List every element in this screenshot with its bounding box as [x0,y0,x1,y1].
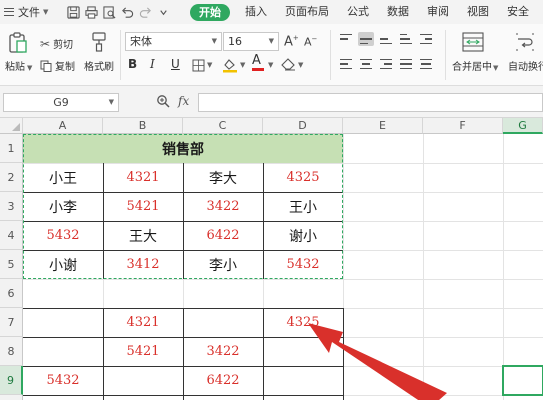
tab-data[interactable]: 数据 [378,0,418,24]
bold-button[interactable]: B [128,57,137,71]
font-name-select[interactable]: 宋体 ▼ [125,32,222,51]
indent-icon[interactable] [418,32,434,46]
auto-wrap-icon[interactable] [514,32,536,52]
italic-button[interactable]: I [150,57,155,71]
formula-input[interactable] [198,93,543,112]
ribbon-divider [120,30,121,80]
tab-page-layout[interactable]: 页面布局 [276,0,338,24]
chevron-down-icon: ▼ [211,37,217,45]
undo-icon[interactable] [118,3,136,21]
save-icon[interactable] [64,3,82,21]
fx-icon[interactable]: fx [178,94,189,108]
align-bottom-icon[interactable] [378,32,394,46]
decrease-font-icon[interactable]: A− [304,35,317,49]
tab-home[interactable]: 开始 [190,3,230,21]
tab-review[interactable]: 审阅 [418,0,458,24]
cut-label: 剪切 [53,40,74,51]
file-menu-label: 文件 [18,6,40,19]
ribbon-divider [330,30,331,80]
auto-wrap-button[interactable]: 自动换行 [508,58,543,73]
paste-icon[interactable] [8,32,28,54]
ribbon-toolbar: 粘贴 ▼ ✂ 剪切 复制 格式刷 宋体 ▼ 16 ▼ A+ A− B I U ▼ … [0,24,543,86]
chevron-down-icon: ▼ [298,61,304,69]
formula-bar: G9 ▼ fx [0,86,543,118]
tab-view[interactable]: 视图 [458,0,498,24]
redo-icon[interactable] [136,3,154,21]
format-painter-label: 格式刷 [84,62,114,73]
print-icon[interactable] [82,3,100,21]
copy-icon [40,60,52,72]
align-center-icon[interactable] [358,57,374,71]
name-box-value: G9 [53,96,69,109]
name-box[interactable]: G9 ▼ [3,93,119,112]
ribbon-tabs: 开始 插入 页面布局 公式 数据 审阅 视图 安全 [184,0,538,24]
zoom-icon[interactable] [156,94,170,108]
tab-insert[interactable]: 插入 [236,0,276,24]
format-painter-button[interactable]: 格式刷 [84,58,114,73]
print-preview-icon[interactable] [100,3,118,21]
underline-button[interactable]: U [171,57,180,71]
align-right-icon[interactable] [378,57,394,71]
merge-center-button[interactable]: 合并居中▼ [452,58,498,73]
menu-bar: 文件 ▼ 开始 插入 页面布局 公式 数据 审阅 视图 安全 [0,0,543,24]
chevron-down-icon: ▼ [207,61,213,69]
justify-icon[interactable] [398,57,414,71]
chevron-down-icon: ▼ [268,61,274,69]
chevron-down-icon: ▼ [268,37,274,45]
distributed-icon[interactable] [418,57,434,71]
fill-color-icon[interactable] [222,58,238,73]
font-size-value: 16 [228,35,242,48]
align-middle-icon[interactable] [358,32,374,46]
clear-format-icon[interactable] [281,58,296,71]
cut-button[interactable]: ✂ 剪切 [40,36,74,52]
spreadsheet-grid: A B C D E F G 1 2 3 4 5 6 7 8 9 销售部 小王 4 [0,118,543,400]
chevron-down-icon: ▼ [240,61,246,69]
quick-access-toolbar [64,3,184,21]
ribbon-divider [445,30,446,80]
orientation-icon[interactable] [398,32,414,46]
borders-icon[interactable] [192,59,205,72]
format-painter-icon[interactable] [90,32,108,52]
chevron-down-icon: ▼ [43,8,49,16]
align-left-icon[interactable] [338,57,354,71]
scissors-icon: ✂ [40,36,51,51]
merge-center-icon[interactable] [462,32,484,52]
paste-button[interactable]: 粘贴 ▼ [5,58,32,73]
copy-button[interactable]: 复制 [40,58,75,73]
paste-label: 粘贴 [5,62,25,73]
copy-label: 复制 [55,62,75,73]
annotation-arrow-icon [308,323,447,400]
tab-formulas[interactable]: 公式 [338,0,378,24]
tab-security[interactable]: 安全 [498,0,538,24]
chevron-down-icon: ▼ [108,98,114,106]
hamburger-icon [4,8,14,16]
font-name-value: 宋体 [130,35,152,48]
font-color-icon[interactable]: A [252,54,264,71]
file-menu[interactable]: 文件 ▼ [0,4,64,20]
increase-font-icon[interactable]: A+ [284,34,299,49]
more-icon[interactable] [154,3,172,21]
merge-center-label: 合并居中 [452,62,492,73]
font-size-select[interactable]: 16 ▼ [223,32,279,51]
align-top-icon[interactable] [338,32,354,46]
